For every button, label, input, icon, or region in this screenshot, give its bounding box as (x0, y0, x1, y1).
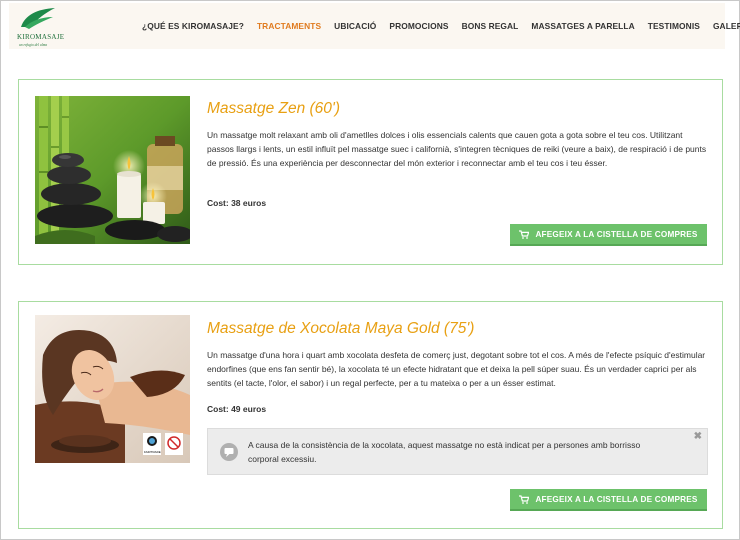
product-card-zen: Massatge Zen (60') Un massatge molt rela… (18, 79, 723, 265)
product-title: Massatge de Xocolata Maya Gold (75') (207, 320, 475, 337)
add-to-cart-button[interactable]: AFEGEIX A LA CISTELLA DE COMPRES (510, 489, 707, 511)
product-description: Un massatge d'una hora i quart amb xocol… (207, 350, 706, 388)
kiromasaje-logo[interactable]: KIROMASAJE un refugio del alma (15, 5, 65, 49)
main-nav: ¿QUÉ ES KIROMASAJE? TRACTAMENTS UBICACIÓ… (142, 21, 740, 31)
nav-ubicacio[interactable]: UBICACIÓ (334, 21, 376, 31)
product-cost: Cost: 49 euros (207, 404, 267, 414)
cart-icon (519, 229, 530, 239)
product-title: Massatge Zen (60') (207, 100, 341, 117)
nav-promocions[interactable]: PROMOCIONS (389, 21, 448, 31)
chocolate-massage-image: FAIRTRADE (35, 315, 190, 463)
site-header: KIROMASAJE un refugio del alma ¿QUÉ ES K… (9, 3, 740, 49)
add-to-cart-label: AFEGEIX A LA CISTELLA DE COMPRES (535, 494, 698, 504)
nav-testimonis[interactable]: TESTIMONIS (648, 21, 700, 31)
speech-bubble-icon (220, 443, 238, 461)
product-card-xocolata: FAIRTRADE Massatge de Xocolata Maya Gold… (18, 301, 723, 529)
logo-tagline: un refugio del alma (19, 43, 47, 47)
notice-box: A causa de la consistència de la xocolat… (207, 428, 708, 475)
add-to-cart-button[interactable]: AFEGEIX A LA CISTELLA DE COMPRES (510, 224, 707, 246)
nav-tractaments[interactable]: TRACTAMENTS (257, 21, 321, 31)
product-cost: Cost: 38 euros (207, 198, 267, 208)
close-icon[interactable]: ✖ (694, 431, 702, 442)
nav-bons-regal[interactable]: BONS REGAL (462, 21, 519, 31)
add-to-cart-label: AFEGEIX A LA CISTELLA DE COMPRES (535, 229, 698, 239)
nav-galeria[interactable]: GALERIA (713, 21, 740, 31)
nav-que-es-kiromasaje[interactable]: ¿QUÉ ES KIROMASAJE? (142, 21, 244, 31)
logo-text: KIROMASAJE (17, 33, 64, 41)
product-description: Un massatge molt relaxant amb oli d'amet… (207, 130, 707, 168)
zen-stones-image (35, 96, 190, 244)
nav-massatges-a-parella[interactable]: MASSATGES A PARELLA (531, 21, 634, 31)
notice-text: A causa de la consistència de la xocolat… (248, 440, 641, 464)
fairtrade-badge-text: FAIRTRADE (144, 450, 161, 454)
cart-icon (519, 494, 530, 504)
